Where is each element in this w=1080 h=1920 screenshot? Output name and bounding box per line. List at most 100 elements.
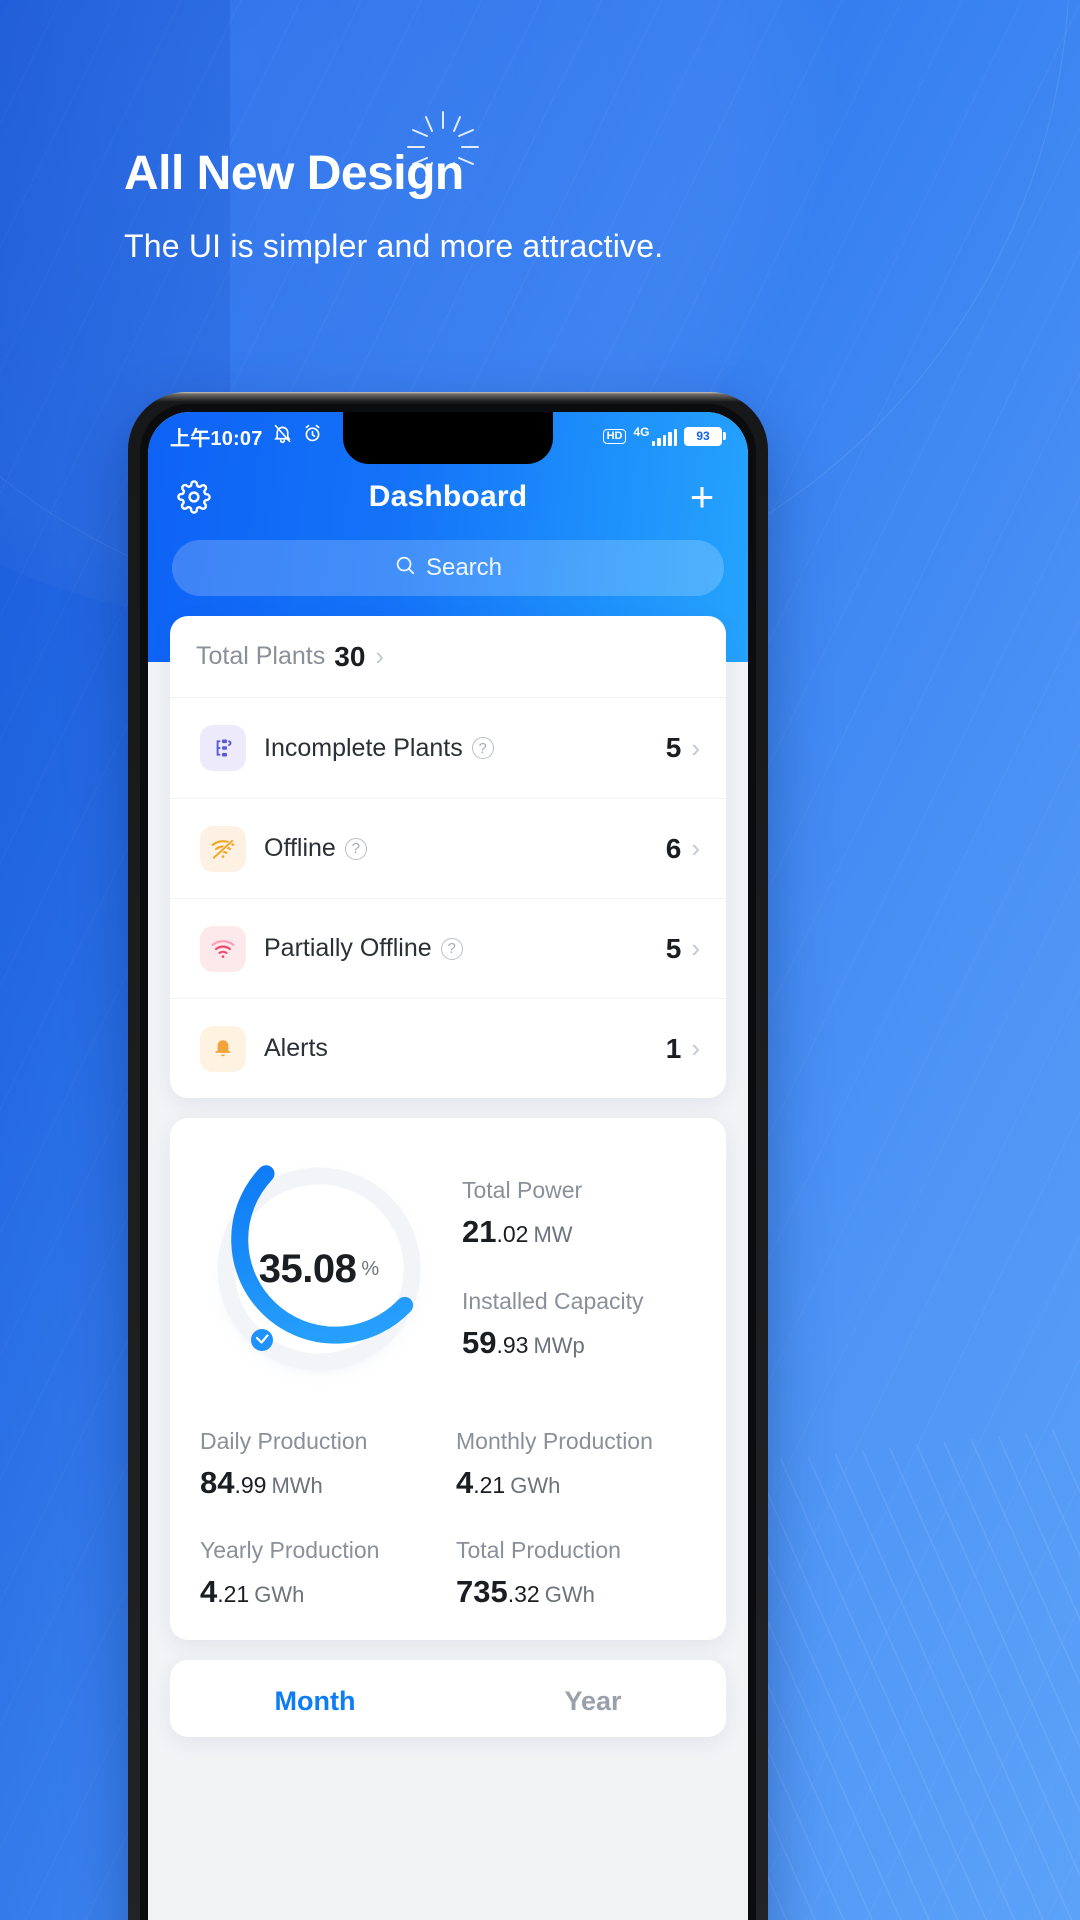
stats-grid: Daily Production 84.99 MWh Monthly Produc…: [200, 1428, 696, 1610]
dashboard-content: Total Plants 30 › Incomplete Plants ? 5 …: [148, 616, 748, 1737]
tab-month[interactable]: Month: [274, 1686, 355, 1717]
kpi-value-dec: .32: [507, 1581, 540, 1607]
status-bar-right: HD 4G 93: [602, 424, 726, 446]
kpi-total-power: Total Power 21.02 MW: [462, 1177, 696, 1250]
kpi-label: Daily Production: [200, 1428, 368, 1454]
plant-row-label: Offline: [264, 834, 336, 862]
signal-bars-icon: [651, 428, 677, 446]
kpi-value-int: 84: [200, 1465, 235, 1500]
kpi-value: 59.93 MWp: [462, 1325, 696, 1361]
kpi-label: Total Power: [462, 1177, 583, 1203]
phone-notch: [343, 412, 553, 464]
tab-year[interactable]: Year: [564, 1686, 621, 1717]
kpi-label: Total Production: [456, 1537, 621, 1563]
wifi-partial-icon: [200, 925, 246, 972]
incomplete-plants-icon: [200, 725, 246, 771]
kpi-daily-production: Daily Production 84.99 MWh: [200, 1428, 440, 1501]
kpi-unit: GWh: [544, 1582, 595, 1607]
search-input[interactable]: Search: [172, 540, 724, 596]
total-plants-row[interactable]: Total Plants 30 ›: [170, 616, 726, 698]
plant-row-count: 1: [665, 1032, 682, 1064]
page-title: Dashboard: [368, 480, 528, 513]
kpi-value-dec: .02: [496, 1221, 529, 1247]
kpi-value-int: 21: [462, 1214, 497, 1249]
phone-bezel: 上午10:07 HD 4G 93 Dashboard + Search Tota…: [140, 404, 756, 1920]
period-tabs: Month Year: [170, 1686, 726, 1717]
stats-top-section: 35.08 % Total Power 21.02 MW Installed C…: [200, 1144, 696, 1394]
kpi-value-dec: .21: [217, 1581, 250, 1607]
alert-bell-icon: [200, 1025, 246, 1072]
plants-summary-card: Total Plants 30 › Incomplete Plants ? 5 …: [170, 616, 726, 1098]
chevron-right-icon: ›: [691, 833, 700, 863]
kpi-value-int: 4: [200, 1574, 218, 1609]
kpi-value: 4.21 GWh: [200, 1574, 440, 1610]
gauge-unit: %: [361, 1257, 380, 1280]
plant-row-label: Alerts: [264, 1034, 328, 1062]
gauge-center-label: 35.08 %: [194, 1144, 444, 1394]
plant-row-count: 6: [665, 832, 682, 864]
kpi-value-int: 4: [456, 1465, 474, 1500]
kpi-value: 735.32 GWh: [456, 1574, 696, 1610]
production-stats-card: 35.08 % Total Power 21.02 MW Installed C…: [170, 1118, 726, 1640]
kpi-label: Yearly Production: [200, 1537, 380, 1563]
kpi-unit: MWp: [533, 1333, 585, 1358]
kpi-value-dec: .21: [473, 1472, 506, 1498]
status-bar-left: 上午10:07: [170, 422, 323, 451]
chevron-right-icon: ›: [691, 933, 700, 963]
kpi-value: 84.99 MWh: [200, 1465, 440, 1501]
chevron-right-icon: ›: [691, 1033, 700, 1063]
plant-row-count: 5: [665, 732, 682, 763]
kpi-label: Installed Capacity: [462, 1288, 644, 1314]
plant-row-incomplete[interactable]: Incomplete Plants ? 5 ›: [170, 698, 726, 798]
total-plants-value: 30: [334, 640, 366, 672]
kpi-value-int: 735: [456, 1574, 508, 1609]
network-type-label: 4G: [633, 424, 650, 439]
kpi-unit: MWh: [271, 1473, 323, 1498]
kpi-unit: GWh: [254, 1582, 305, 1607]
capacity-gauge: 35.08 %: [194, 1144, 444, 1394]
plant-row-right: 5 ›: [666, 732, 700, 764]
kpi-value: 21.02 MW: [462, 1214, 696, 1250]
kpi-unit: MW: [533, 1222, 573, 1247]
chevron-right-icon: ›: [375, 641, 385, 671]
chevron-right-icon: ›: [691, 732, 700, 763]
wifi-off-icon: [200, 825, 246, 872]
kpi-total-production: Total Production 735.32 GWh: [456, 1537, 696, 1610]
sparkle-burst-icon: [404, 108, 482, 186]
search-icon: [394, 554, 416, 583]
kpi-label: Monthly Production: [456, 1428, 653, 1454]
nav-bar: Dashboard +: [148, 460, 748, 534]
gear-icon[interactable]: [174, 477, 214, 517]
battery-level-label: 93: [684, 426, 722, 446]
help-icon[interactable]: ?: [344, 837, 367, 860]
hd-icon: HD: [602, 428, 627, 444]
kpi-unit: GWh: [510, 1473, 561, 1498]
battery-icon: 93: [684, 426, 726, 446]
plant-row-label: Partially Offline: [264, 934, 432, 962]
promo-page: All New Design The UI is simpler and mor…: [0, 0, 1080, 1920]
network-indicator: 4G: [633, 424, 677, 446]
kpi-value-dec: .93: [496, 1332, 529, 1358]
kpi-yearly-production: Yearly Production 4.21 GWh: [200, 1537, 440, 1610]
plant-row-right: 1 ›: [666, 1033, 700, 1065]
gauge-value: 35.08: [258, 1246, 357, 1291]
stats-right-kpis: Total Power 21.02 MW Installed Capacity 5…: [444, 1177, 696, 1361]
plant-row-count: 5: [665, 932, 682, 964]
plant-row-right: 6 ›: [666, 833, 700, 865]
promo-subheadline: The UI is simpler and more attractive.: [124, 228, 664, 264]
bell-muted-icon: [272, 423, 293, 450]
help-icon[interactable]: ?: [440, 937, 463, 960]
kpi-value: 4.21 GWh: [456, 1465, 696, 1501]
plus-icon[interactable]: +: [682, 476, 722, 518]
total-plants-label: Total Plants: [196, 642, 326, 670]
kpi-value-dec: .99: [234, 1472, 267, 1498]
plant-row-alerts[interactable]: Alerts 1 ›: [170, 998, 726, 1098]
plant-row-offline[interactable]: Offline ? 6 ›: [170, 798, 726, 898]
plant-row-right: 5 ›: [666, 933, 700, 965]
help-icon[interactable]: ?: [471, 737, 494, 759]
period-tabs-card: Month Year: [170, 1660, 726, 1737]
phone-mockup: 上午10:07 HD 4G 93 Dashboard + Search Tota…: [128, 392, 768, 1920]
plant-row-partially-offline[interactable]: Partially Offline ? 5 ›: [170, 898, 726, 998]
phone-screen: 上午10:07 HD 4G 93 Dashboard + Search Tota…: [148, 412, 748, 1920]
status-time: 上午10:07: [170, 427, 263, 450]
